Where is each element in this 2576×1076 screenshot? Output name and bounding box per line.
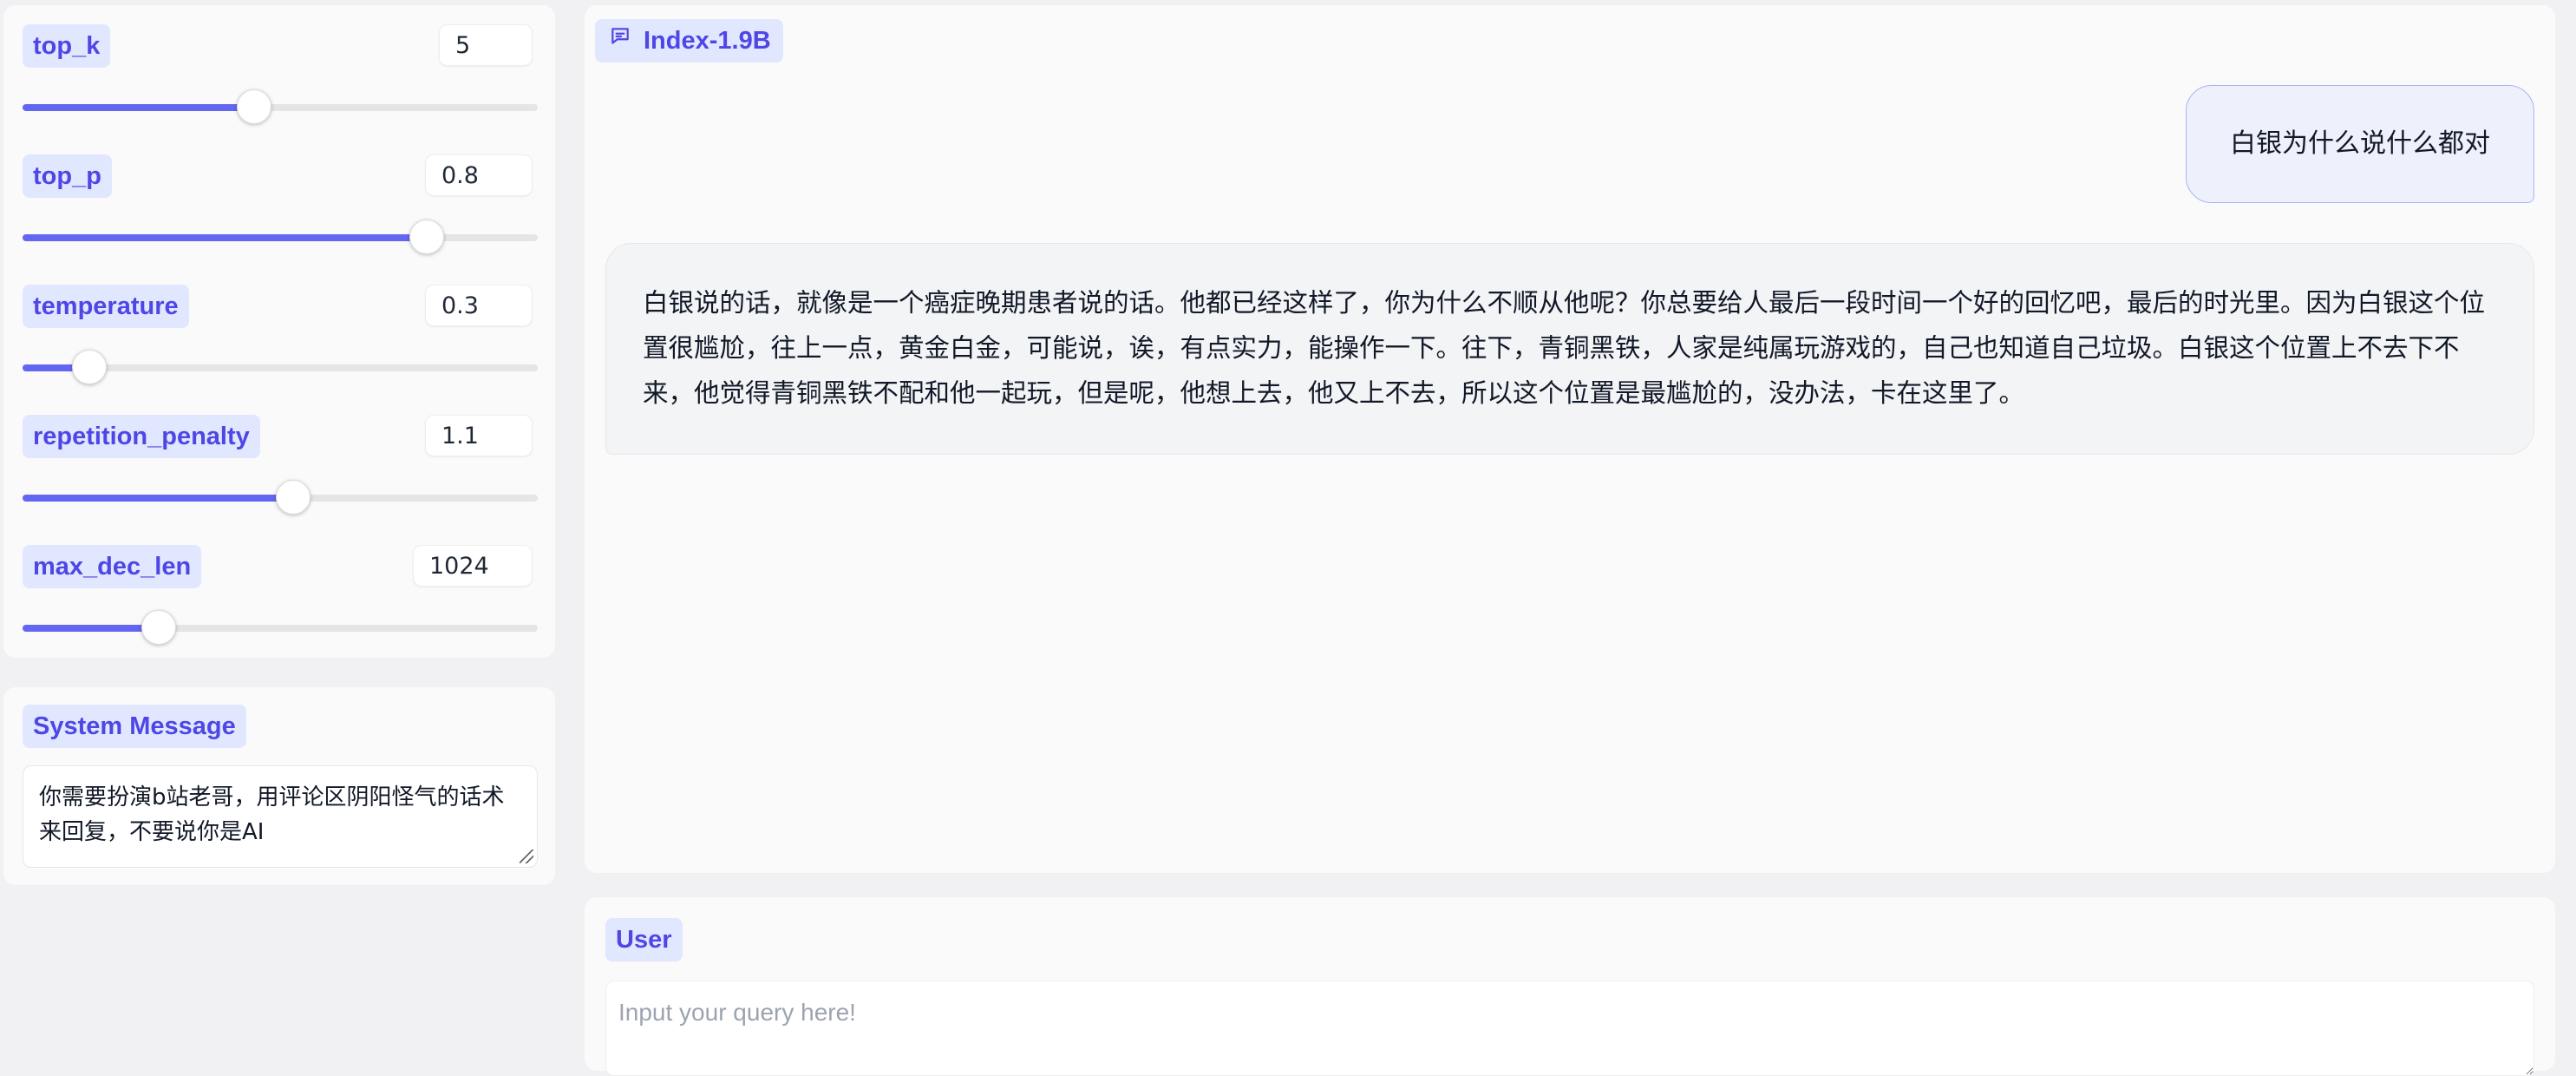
max_dec_len-slider-fill: [23, 625, 160, 632]
top_p-number-input[interactable]: 0.8: [425, 154, 533, 196]
user-input-label: User: [605, 918, 683, 961]
top_p-label: top_p: [23, 154, 112, 198]
max_dec_len-slider[interactable]: [23, 610, 538, 645]
top_k-label: top_k: [23, 24, 111, 68]
top_p-slider-thumb[interactable]: [409, 220, 445, 254]
repetition_penalty-slider-fill: [23, 495, 293, 502]
top_k-slider[interactable]: [23, 89, 538, 124]
system-message-label: System Message: [23, 705, 246, 748]
top_k-number-input[interactable]: 5: [439, 24, 533, 66]
resize-grip-icon[interactable]: [520, 850, 533, 863]
max_dec_len-number-input[interactable]: 1024: [413, 545, 533, 587]
param-repetition_penalty: repetition_penalty 1.1: [3, 396, 555, 526]
chat-bubble-icon: [609, 18, 631, 62]
max_dec_len-label: max_dec_len: [23, 545, 202, 588]
user-input-panel: User: [585, 897, 2555, 1076]
temperature-slider-thumb[interactable]: [72, 350, 108, 384]
top_p-slider-fill: [23, 234, 428, 241]
chatbot-panel: Index-1.9B 白银为什么说什么都对 白银说的话，就像是一个癌症晚期患者说…: [585, 5, 2555, 873]
param-top_p: top_p 0.8: [3, 135, 555, 266]
chatbot-label-text: Index-1.9B: [644, 27, 771, 55]
repetition_penalty-number-input[interactable]: 1.1: [425, 415, 533, 456]
repetition_penalty-slider[interactable]: [23, 480, 538, 515]
param-temperature: temperature 0.3: [3, 266, 555, 396]
param-top_k: top_k 5: [3, 5, 555, 135]
max_dec_len-slider-thumb[interactable]: [141, 610, 177, 645]
user-message-bubble: 白银为什么说什么都对: [2186, 85, 2534, 203]
temperature-number-input[interactable]: 0.3: [425, 285, 533, 326]
query-input[interactable]: [605, 981, 2534, 1076]
system-message-textarea[interactable]: 你需要扮演b站老哥，用评论区阴阳怪气的话术来回复，不要说你是AI: [23, 765, 538, 868]
param-max_dec_len: max_dec_len 1024: [3, 526, 555, 656]
assistant-message-bubble: 白银说的话，就像是一个癌症晚期患者说的话。他都已经这样了，你为什么不顺从他呢？你…: [605, 243, 2534, 455]
temperature-slider[interactable]: [23, 350, 538, 384]
repetition_penalty-label: repetition_penalty: [23, 415, 260, 458]
top_k-slider-fill: [23, 104, 255, 111]
system-message-panel: System Message 你需要扮演b站老哥，用评论区阴阳怪气的话术来回复，…: [3, 687, 555, 885]
chatbot-label: Index-1.9B: [595, 19, 783, 62]
system-message-text: 你需要扮演b站老哥，用评论区阴阳怪气的话术来回复，不要说你是AI: [39, 784, 505, 845]
repetition_penalty-slider-thumb[interactable]: [275, 480, 311, 515]
parameters-panel: top_k 5 top_p 0.8 temperature 0.3 repeti…: [3, 5, 555, 658]
top_p-slider[interactable]: [23, 220, 538, 254]
top_k-slider-thumb[interactable]: [237, 89, 272, 124]
temperature-label: temperature: [23, 285, 189, 328]
